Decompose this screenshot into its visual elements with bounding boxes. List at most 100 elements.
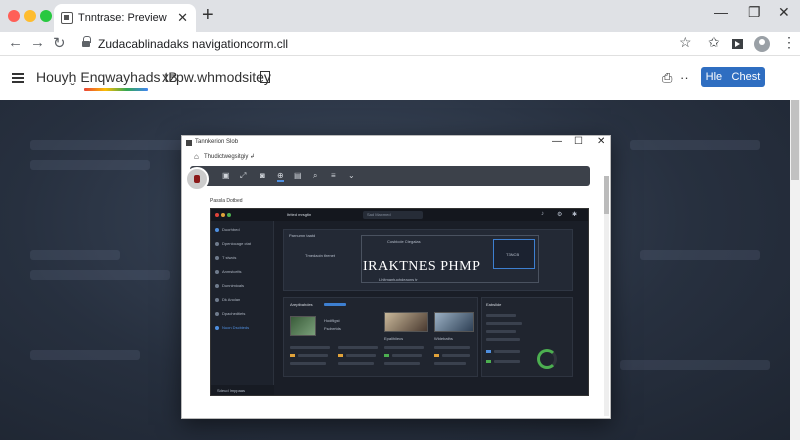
app-icon — [186, 140, 192, 146]
sidebar-item[interactable]: Anmstcelts — [215, 269, 242, 274]
stats-panel: Eabslide — [481, 297, 573, 377]
thumbnail-label: Hodfilgst — [324, 318, 340, 323]
background-row — [30, 160, 150, 170]
row-line — [384, 346, 424, 349]
favicon-icon — [61, 12, 73, 24]
thumbnail-label: Fsdnrrtds — [324, 326, 341, 331]
sidebar-item[interactable]: Dpachedtiets — [215, 311, 245, 316]
chest-button[interactable]: Chest — [732, 71, 761, 83]
window-restore-button[interactable]: ❐ — [748, 4, 761, 21]
apps-panel-title: Areptbahdes — [290, 302, 313, 307]
row-line — [338, 346, 378, 349]
modal-close-button[interactable]: ✕ — [597, 136, 605, 147]
modal-minimize-button[interactable]: — — [552, 136, 562, 147]
stats-panel-title: Eabslide — [486, 302, 502, 307]
avatar[interactable] — [185, 167, 209, 191]
bookmark-star-icon[interactable]: ☆ — [679, 34, 692, 51]
tab-close-button[interactable]: ✕ — [177, 10, 188, 26]
background-row — [620, 360, 770, 370]
modal-maximize-button[interactable]: ☐ — [574, 136, 583, 147]
modal-scroll-thumb[interactable] — [604, 176, 609, 214]
sidebar-footer: Sdeud Imppaas — [211, 385, 274, 395]
row-line — [486, 322, 522, 325]
dashboard-header-title: Itrited mrsgtin — [287, 212, 312, 217]
notification-icon[interactable]: ♪ — [541, 211, 544, 217]
window-close-button[interactable]: ✕ — [778, 4, 790, 21]
site-title[interactable]: Houyḫ Enqwayhads tB — [36, 69, 178, 85]
home-icon[interactable]: ⌂ — [194, 152, 199, 161]
back-button[interactable]: ← — [8, 34, 23, 51]
row-line — [392, 354, 422, 357]
row-line — [442, 354, 470, 357]
reload-icon: ↻ — [53, 35, 66, 52]
lock-icon[interactable] — [82, 36, 91, 48]
hero-caption: Lhltmantuohdeaons tr — [379, 277, 418, 282]
maximize-window-icon[interactable] — [40, 10, 52, 22]
background-row — [640, 250, 760, 260]
chevron-down-icon[interactable]: ⌄ — [348, 171, 355, 180]
gear-icon[interactable]: ⚙ — [557, 211, 562, 218]
new-tab-button[interactable]: + — [202, 4, 214, 27]
sidebar-item[interactable]: Dk Anolan — [215, 297, 240, 302]
modal-toolbar: ▣ ⤢ ◙ ⊕ ▤ ⌕ ≡ ⌄ — [190, 166, 590, 186]
search-icon[interactable]: ⌕ — [313, 171, 317, 181]
sidebar-item[interactable]: Dunnimioals — [215, 283, 244, 288]
sidebar-item[interactable]: Dpeniocage ctat — [215, 241, 251, 246]
hero-side-text: Tmedaoin tlrenet — [305, 253, 336, 258]
dot-yellow-icon — [221, 213, 225, 217]
background-row — [30, 250, 120, 260]
browser-tab[interactable]: Tnntrase: Preview ✕ — [54, 4, 196, 32]
row-line — [290, 346, 330, 349]
lock-badge-icon[interactable]: ⎙ — [662, 70, 672, 86]
sidebar-item-active[interactable]: Nuon Dscbieds — [215, 325, 249, 330]
dashboard-search-input[interactable]: Sad Maxmed — [363, 211, 423, 219]
document-icon[interactable] — [260, 71, 270, 83]
hamburger-menu-icon[interactable] — [12, 73, 24, 83]
reload-button[interactable]: ↻ — [53, 34, 66, 52]
settings-icon[interactable]: ✱ — [572, 211, 577, 218]
page-scroll-thumb[interactable] — [791, 100, 799, 180]
page-scrollbar[interactable] — [790, 100, 800, 440]
app-thumbnail[interactable] — [290, 316, 316, 336]
extensions-star-icon[interactable]: ✩ — [708, 34, 720, 51]
image-icon[interactable]: ▤ — [294, 171, 302, 180]
site-subtitle: xzpw.whmodsitey — [162, 69, 271, 85]
modal-title: Tannkerion Slob — [195, 139, 239, 145]
resize-icon[interactable]: ⤢ — [240, 171, 246, 181]
camera-icon[interactable]: ◙ — [260, 171, 265, 180]
sidebar-item[interactable]: Duorhbed — [215, 227, 240, 232]
zoom-icon[interactable]: ⊕ — [277, 171, 284, 182]
modal-address[interactable]: Thudictwegsitgiy ↲ — [204, 153, 255, 160]
row-line — [434, 346, 470, 349]
dot-green-icon — [227, 213, 231, 217]
row-line — [338, 362, 374, 365]
dashboard-sidebar: Duorhbed Dpeniocage ctat T stwcis Anmstc… — [211, 221, 274, 395]
status-badge — [384, 354, 389, 357]
site-header: Houyḫ Enqwayhads tB xzpw.whmodsitey ⎙ ··… — [0, 57, 790, 100]
row-line — [434, 362, 466, 365]
preview-modal: Tannkerion Slob — ☐ ✕ ⌂ Thudictwegsitgiy… — [181, 135, 611, 419]
save-icon[interactable]: ▣ — [222, 171, 230, 180]
minimize-window-icon[interactable] — [24, 10, 36, 22]
progress-ring — [537, 349, 557, 369]
hle-button[interactable]: Hle — [706, 71, 723, 83]
modal-scrollbar[interactable] — [604, 176, 609, 416]
status-badge — [338, 354, 343, 357]
window-minimize-button[interactable]: — — [714, 4, 728, 20]
kebab-menu-icon[interactable]: ⋮ — [782, 34, 796, 51]
forward-button[interactable]: → — [30, 34, 45, 51]
row-line — [486, 314, 516, 317]
row-line — [384, 362, 420, 365]
app-thumbnail[interactable] — [384, 312, 428, 332]
app-thumbnail[interactable] — [434, 312, 474, 332]
profile-icon[interactable] — [754, 36, 770, 52]
dashboard-preview: Itrited mrsgtin Sad Maxmed ♪ ⚙ ✱ Duorhbe… — [210, 208, 589, 396]
media-icon[interactable] — [732, 39, 743, 49]
address-input[interactable]: Zudacablinadaks navigationcorm.cll — [98, 37, 288, 51]
hero-card[interactable]: T3NCB — [493, 239, 535, 269]
close-window-icon[interactable] — [8, 10, 20, 22]
sidebar-item[interactable]: T stwcis — [215, 255, 236, 260]
tab-bar: Tnntrase: Preview ✕ + — ❐ ✕ — [0, 0, 800, 32]
more-dots-icon[interactable]: ·· — [680, 70, 689, 85]
list-icon[interactable]: ≡ — [331, 171, 336, 180]
